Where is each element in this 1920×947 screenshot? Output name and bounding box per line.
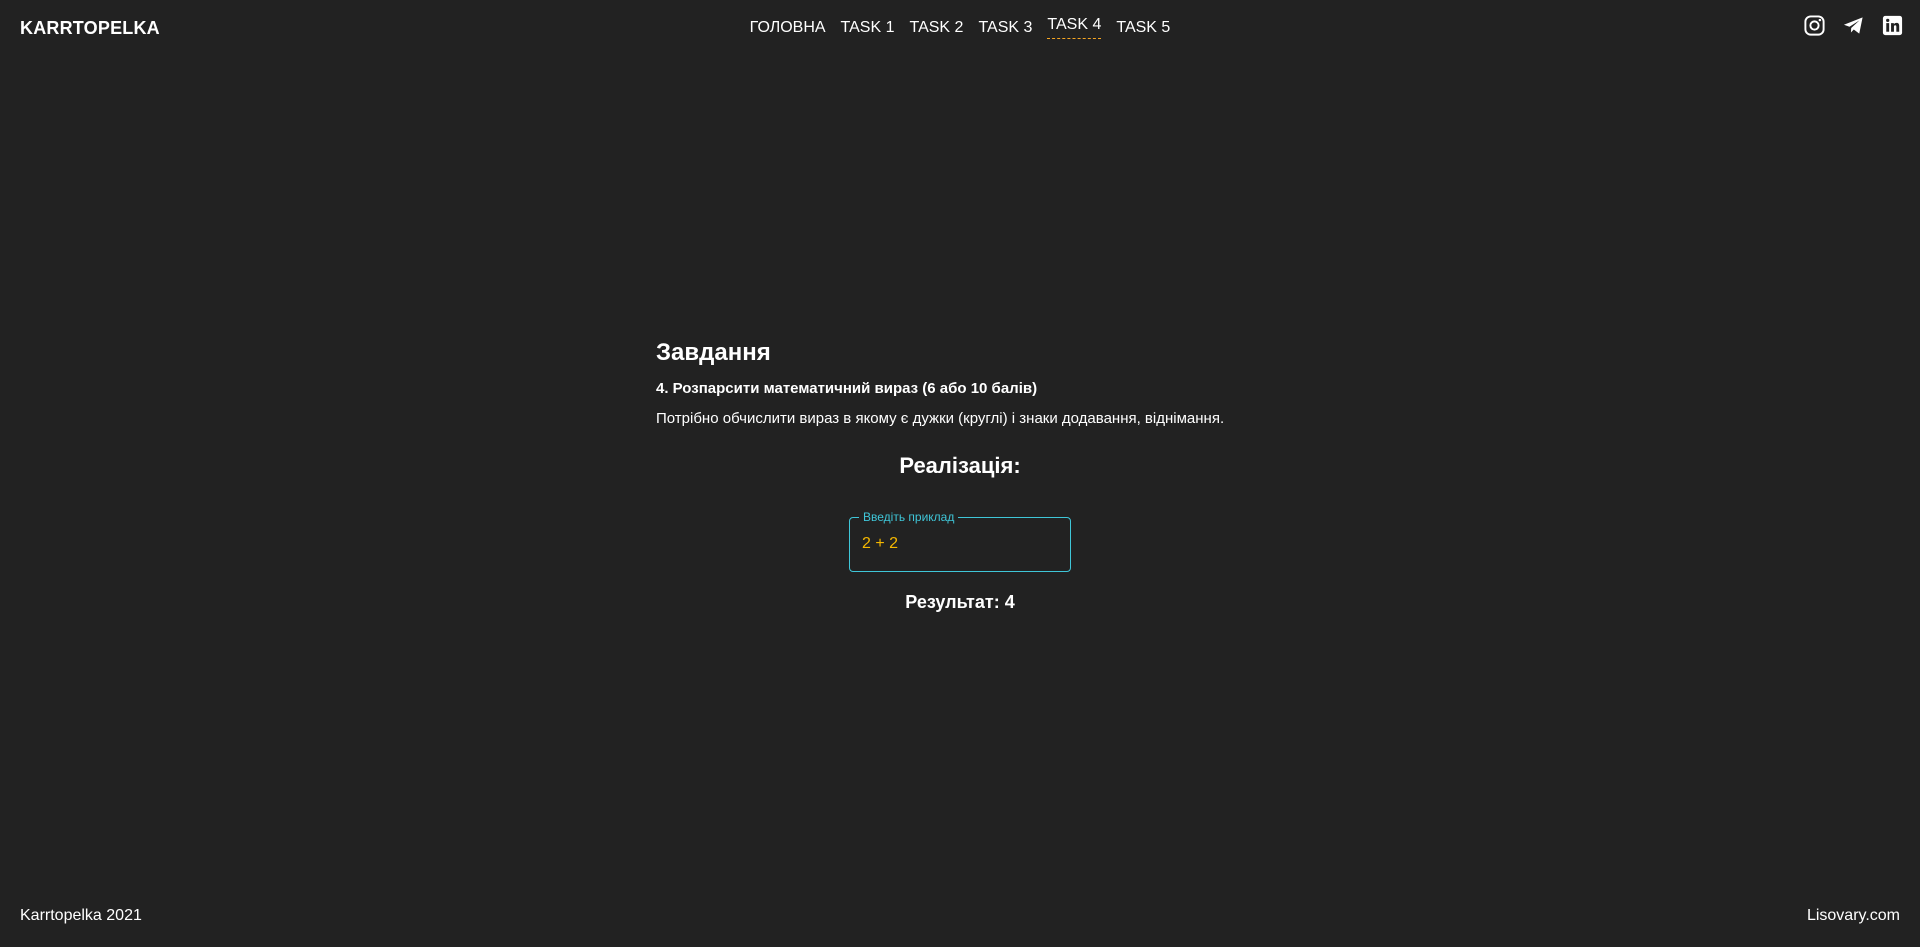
nav-item-task-5[interactable]: TASK 5: [1116, 18, 1170, 42]
nav-item-task-4[interactable]: TASK 4: [1047, 15, 1102, 39]
nav-item-home[interactable]: ГОЛОВНА: [750, 18, 826, 42]
main-nav: ГОЛОВНА TASK 1 TASK 2 TASK 3 TASK 4 TASK…: [0, 15, 1920, 42]
page: KARRTOPELKA ГОЛОВНА TASK 1 TASK 2 TASK 3…: [0, 0, 1920, 947]
expression-input[interactable]: [862, 532, 1058, 556]
task-description: Потрібно обчислити вираз в якому є дужки…: [656, 410, 1225, 427]
instagram-icon[interactable]: [1803, 14, 1826, 37]
task-title: 4. Розпарсити математичний вираз (6 або …: [656, 380, 1038, 397]
implementation-title: Реалізація:: [899, 453, 1021, 478]
nav-item-task-2[interactable]: TASK 2: [910, 18, 964, 42]
social-links: [1803, 14, 1904, 37]
task-section: Завдання 4. Розпарсити математичний вира…: [656, 335, 1264, 429]
linkedin-icon[interactable]: [1881, 14, 1904, 37]
nav-item-task-1[interactable]: TASK 1: [841, 18, 895, 42]
footer-copyright: Karrtopelka 2021: [20, 907, 142, 924]
page-heading: Завдання: [656, 339, 771, 366]
header: KARRTOPELKA ГОЛОВНА TASK 1 TASK 2 TASK 3…: [0, 0, 1920, 58]
telegram-icon[interactable]: [1842, 14, 1865, 37]
expression-field-label: Введіть приклад: [859, 510, 959, 524]
result-text: Результат: 4: [905, 592, 1015, 612]
expression-field[interactable]: Введіть приклад: [849, 510, 1071, 572]
nav-item-task-3[interactable]: TASK 3: [978, 18, 1032, 42]
footer-link[interactable]: Lisovary.com: [1807, 907, 1900, 925]
